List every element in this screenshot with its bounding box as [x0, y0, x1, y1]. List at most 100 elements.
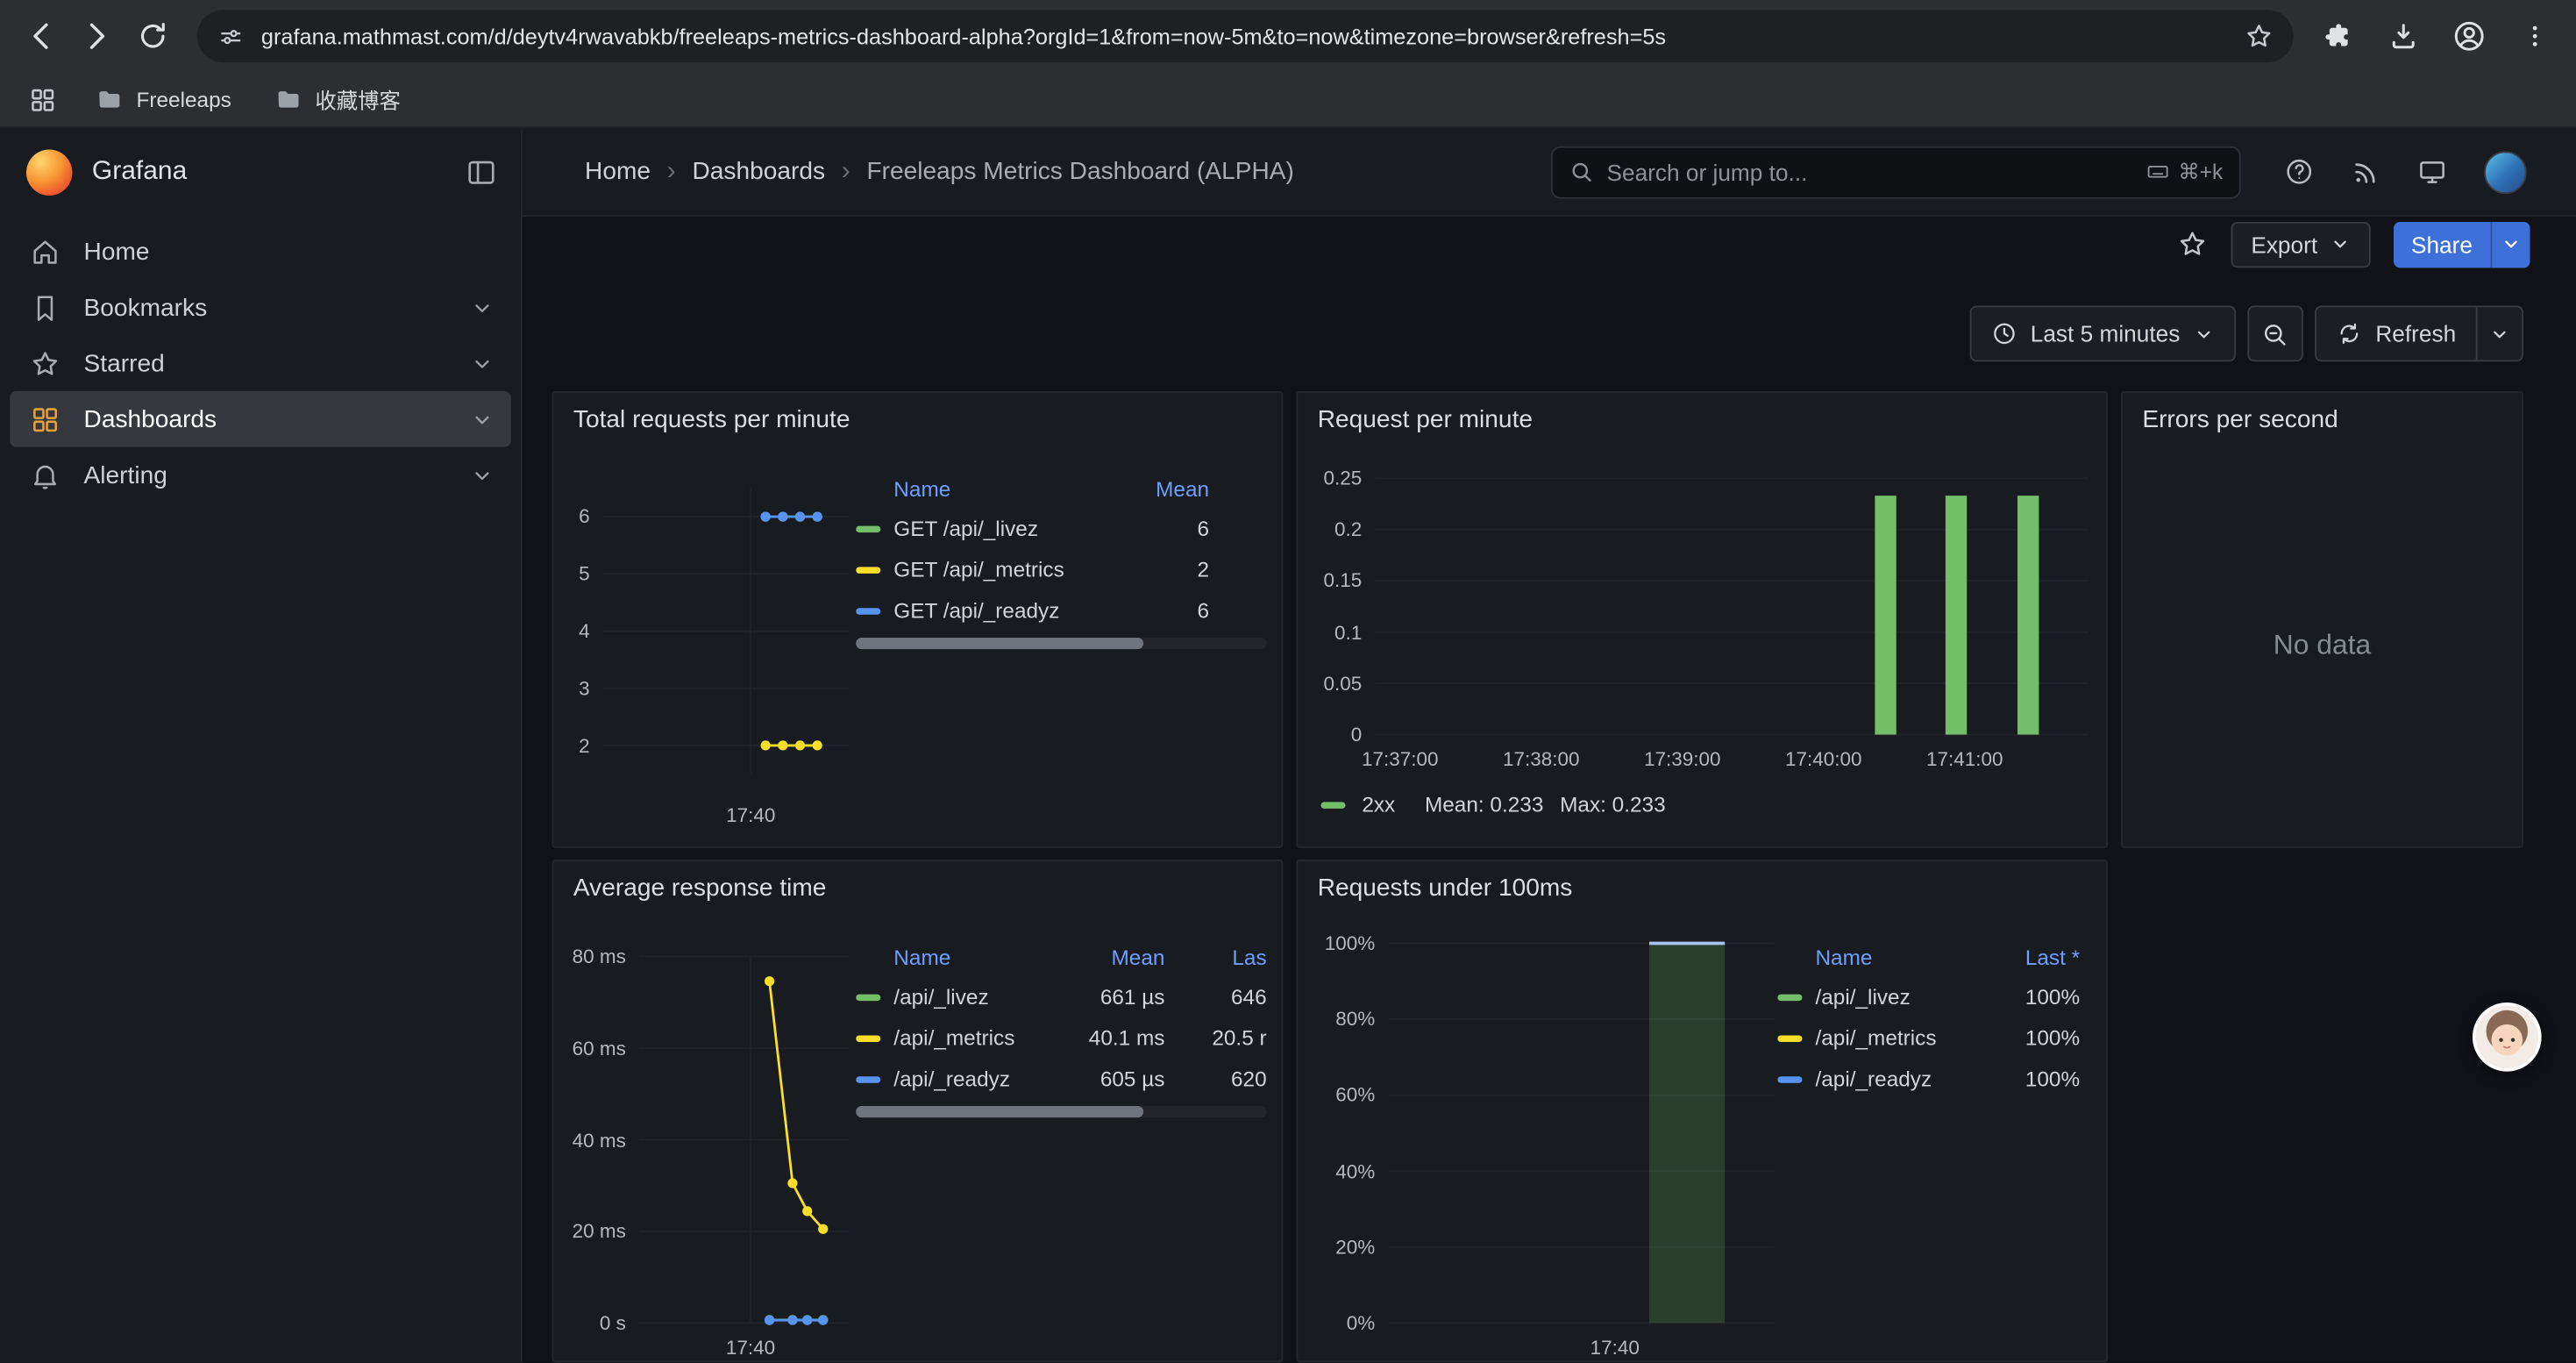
- site-settings-tune-icon[interactable]: [217, 22, 245, 50]
- panel-title[interactable]: Request per minute: [1318, 406, 1533, 434]
- panel-requests-under-100ms[interactable]: Requests under 100ms 0%20%40%60%80%100%1…: [1296, 860, 2108, 1362]
- panel-title[interactable]: Errors per second: [2142, 406, 2338, 434]
- export-button[interactable]: Export: [2231, 221, 2370, 267]
- sidebar-item-starred[interactable]: Starred: [10, 335, 510, 391]
- panel-total-requests-per-minute[interactable]: Total requests per minute 2345617:40Name…: [552, 391, 1284, 848]
- apps-grid-icon[interactable]: [19, 76, 65, 122]
- y-tick-label: 0.2: [1298, 517, 1362, 543]
- chevron-down-icon: [2329, 233, 2350, 254]
- forward-icon[interactable]: [69, 8, 125, 64]
- legend-header[interactable]: Mean: [1057, 944, 1165, 968]
- panel-request-per-minute[interactable]: Request per minute 00.050.10.150.20.2517…: [1296, 391, 2108, 848]
- y-tick-label: 0.25: [1298, 465, 1362, 491]
- profile-avatar-icon[interactable]: [2441, 8, 2497, 64]
- legend-series-name[interactable]: GET /api/_livez: [856, 516, 1117, 540]
- time-range-picker[interactable]: Last 5 minutes: [1969, 306, 2236, 362]
- url-bar[interactable]: grafana.mathmast.com/d/deytv4rwavabkb/fr…: [197, 10, 2294, 62]
- p2-chart-canvas[interactable]: [1298, 393, 2108, 848]
- zoom-out-button[interactable]: [2247, 306, 2303, 362]
- brand-name: Grafana: [92, 158, 445, 188]
- series-mean: Mean: 0.233: [1425, 792, 1543, 817]
- url-text[interactable]: grafana.mathmast.com/d/deytv4rwavabkb/fr…: [261, 24, 2228, 48]
- grafana-logo[interactable]: [26, 150, 72, 196]
- legend-header[interactable]: Las: [1164, 944, 1266, 968]
- reload-icon[interactable]: [125, 8, 181, 64]
- sidebar-item-bookmarks[interactable]: Bookmarks: [10, 280, 510, 336]
- refresh-interval-chevron-icon[interactable]: [2476, 307, 2522, 360]
- legend-scrollbar-thumb[interactable]: [856, 638, 1143, 649]
- x-tick-label: 17:37:00: [1344, 748, 1455, 771]
- help-icon[interactable]: [2283, 156, 2315, 188]
- y-tick-label: 20 ms: [553, 1218, 625, 1245]
- legend-series-name[interactable]: /api/_livez: [1777, 984, 1965, 1009]
- panel-errors-per-second[interactable]: Errors per second No data: [2121, 391, 2523, 848]
- bookmark-item[interactable]: 收藏博客: [261, 77, 414, 122]
- legend-header[interactable]: Mean: [1117, 475, 1209, 500]
- assistant-avatar[interactable]: [2473, 1003, 2542, 1072]
- main-area: Home › Dashboards › Freeleaps Metrics Da…: [523, 128, 2576, 1362]
- search-input[interactable]: Search or jump to... ⌘+k: [1551, 146, 2241, 198]
- sidebar-nav: Home Bookmarks Starred Dashboards: [0, 217, 521, 510]
- legend-header[interactable]: Name: [856, 475, 1117, 500]
- panel-title[interactable]: Total requests per minute: [573, 406, 850, 434]
- panel-title[interactable]: Requests under 100ms: [1318, 874, 1573, 903]
- legend-scrollbar-thumb[interactable]: [856, 1106, 1143, 1117]
- bookmark-icon: [30, 292, 61, 324]
- legend-value: 6: [1117, 598, 1209, 623]
- browser-menu-kebab-icon[interactable]: [2507, 8, 2563, 64]
- back-icon[interactable]: [13, 8, 69, 64]
- legend-series-name[interactable]: /api/_readyz: [856, 1067, 1057, 1091]
- legend-series-name[interactable]: GET /api/_metrics: [856, 557, 1117, 582]
- dock-sidebar-icon[interactable]: [465, 156, 497, 189]
- sidebar-item-dashboards[interactable]: Dashboards: [10, 391, 510, 447]
- legend-header[interactable]: Name: [856, 944, 1057, 968]
- kiosk-monitor-icon[interactable]: [2416, 156, 2448, 188]
- x-tick-label: 17:40: [695, 803, 807, 826]
- bookmark-star-icon[interactable]: [2245, 21, 2274, 51]
- legend-scrollbar[interactable]: [856, 638, 1266, 649]
- share-button[interactable]: Share: [2393, 221, 2530, 267]
- x-tick-label: 17:38:00: [1485, 748, 1597, 771]
- panel-average-response-time[interactable]: Average response time 0 s20 ms40 ms60 ms…: [552, 860, 1284, 1362]
- sidebar-item-label: Alerting: [84, 461, 167, 489]
- breadcrumb-dashboards[interactable]: Dashboards: [692, 158, 825, 186]
- legend-scrollbar[interactable]: [856, 1106, 1266, 1117]
- y-tick-label: 0.05: [1298, 670, 1362, 696]
- chevron-down-icon[interactable]: [470, 295, 495, 319]
- legend-series-name[interactable]: /api/_metrics: [1777, 1025, 1965, 1050]
- dashboard-scroll-area[interactable]: Export Share Last 5 minutes: [523, 217, 2576, 1362]
- legend-header[interactable]: Last *: [1965, 944, 2080, 968]
- star-icon: [30, 347, 61, 379]
- legend-header[interactable]: Name: [1777, 944, 1965, 968]
- favorite-star-icon[interactable]: [2177, 228, 2209, 260]
- breadcrumb-home[interactable]: Home: [585, 158, 651, 186]
- legend-series-name[interactable]: GET /api/_readyz: [856, 598, 1117, 623]
- bookmark-label: 收藏博客: [315, 84, 400, 116]
- refresh-button[interactable]: Refresh: [2315, 306, 2523, 362]
- share-menu-chevron-icon[interactable]: [2491, 221, 2530, 267]
- dashboard-actions-bar: Export Share: [523, 217, 2576, 271]
- chevron-down-icon[interactable]: [470, 351, 495, 375]
- chevron-down-icon[interactable]: [470, 462, 495, 487]
- user-avatar[interactable]: [2484, 150, 2527, 193]
- legend-series-name[interactable]: /api/_readyz: [1777, 1067, 1965, 1091]
- breadcrumb-separator: ›: [667, 157, 676, 187]
- series-name[interactable]: 2xx: [1362, 792, 1395, 817]
- legend-series-name[interactable]: /api/_metrics: [856, 1025, 1057, 1050]
- search-shortcut: ⌘+k: [2145, 159, 2223, 185]
- series-color-dash: [856, 525, 880, 532]
- extensions-puzzle-icon[interactable]: [2309, 8, 2366, 64]
- downloads-icon[interactable]: [2375, 8, 2431, 64]
- legend-series-name[interactable]: /api/_livez: [856, 984, 1057, 1009]
- y-tick-label: 80%: [1298, 1006, 1375, 1032]
- folder-icon: [274, 85, 302, 113]
- panel-title[interactable]: Average response time: [573, 874, 827, 903]
- chevron-down-icon[interactable]: [470, 407, 495, 432]
- y-tick-label: 0.15: [1298, 567, 1362, 594]
- sidebar-item-home[interactable]: Home: [10, 224, 510, 280]
- legend-value: 20.5 r: [1164, 1025, 1266, 1050]
- news-rss-icon[interactable]: [2351, 157, 2380, 187]
- sidebar-item-alerting[interactable]: Alerting: [10, 447, 510, 503]
- panel-legend-stats: 2xx Mean: 0.233 Max: 0.233: [1320, 792, 1665, 817]
- bookmark-item[interactable]: Freeleaps: [82, 79, 245, 120]
